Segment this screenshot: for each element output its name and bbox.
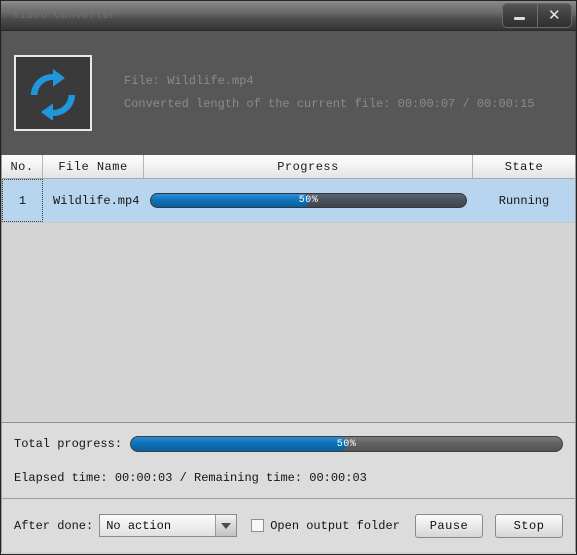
table-header-row: No. File Name Progress State [2,155,575,179]
stop-button[interactable]: Stop [495,513,563,538]
total-progress-percent-label: 50% [336,438,357,450]
row-progress-cell: 50% [144,179,473,222]
column-header-state[interactable]: State [473,155,575,178]
current-file-info-panel: File: Wildlife.mp4 Converted length of t… [1,31,576,155]
row-index-cell: 1 [2,179,43,222]
open-output-folder-label: Open output folder [270,518,400,533]
action-buttons: Pause Stop [415,513,563,538]
total-progress-bar: 50% [130,436,563,452]
close-button[interactable]: ✕ [537,4,571,27]
pause-button[interactable]: Pause [415,513,483,538]
row-state-cell: Running [498,193,550,208]
open-output-folder-checkbox[interactable] [251,519,265,532]
minimize-icon [514,17,526,20]
converted-length-line: Converted length of the current file: 00… [124,97,535,111]
total-progress-label: Total progress: [14,437,123,451]
row-progress-percent-label: 50% [298,195,319,206]
title-bar[interactable]: Video Converter ✕ [1,1,576,31]
table-row[interactable]: 1 Wildlife.mp4 50% Running [2,179,575,223]
total-progress-row: Total progress: 50% [14,435,563,453]
window-controls: ✕ [502,3,572,28]
after-done-label: After done: [14,518,94,533]
row-progress-bar: 50% [150,193,467,208]
convert-refresh-icon [26,66,80,120]
status-panel: Total progress: 50% Elapsed time: 00:00:… [1,422,576,498]
row-file-name-cell: Wildlife.mp4 [53,193,140,208]
column-header-file-name[interactable]: File Name [43,155,144,178]
open-output-folder-checkbox-row[interactable]: Open output folder [251,519,400,533]
file-list[interactable]: No. File Name Progress State 1 Wildlife.… [1,155,576,422]
window-title: Video Converter [13,9,117,22]
chevron-down-icon[interactable] [215,515,237,536]
converter-window: Video Converter ✕ File: Wildlife.mp4 Con… [0,0,577,555]
action-bar: After done: No action Open output folder… [1,498,576,552]
minimize-button[interactable] [503,4,537,27]
conversion-thumbnail [14,55,92,131]
elapsed-remaining-time: Elapsed time: 00:00:03 / Remaining time:… [14,471,367,485]
total-progress-bar-holder: 50% [130,436,563,452]
after-done-selected-value: No action [106,518,172,533]
column-header-progress[interactable]: Progress [144,155,473,178]
after-done-select[interactable]: No action [99,514,238,537]
current-file-details: File: Wildlife.mp4 Converted length of t… [124,70,534,117]
column-header-no[interactable]: No. [2,155,43,178]
current-file-name-line: File: Wildlife.mp4 [124,73,254,88]
